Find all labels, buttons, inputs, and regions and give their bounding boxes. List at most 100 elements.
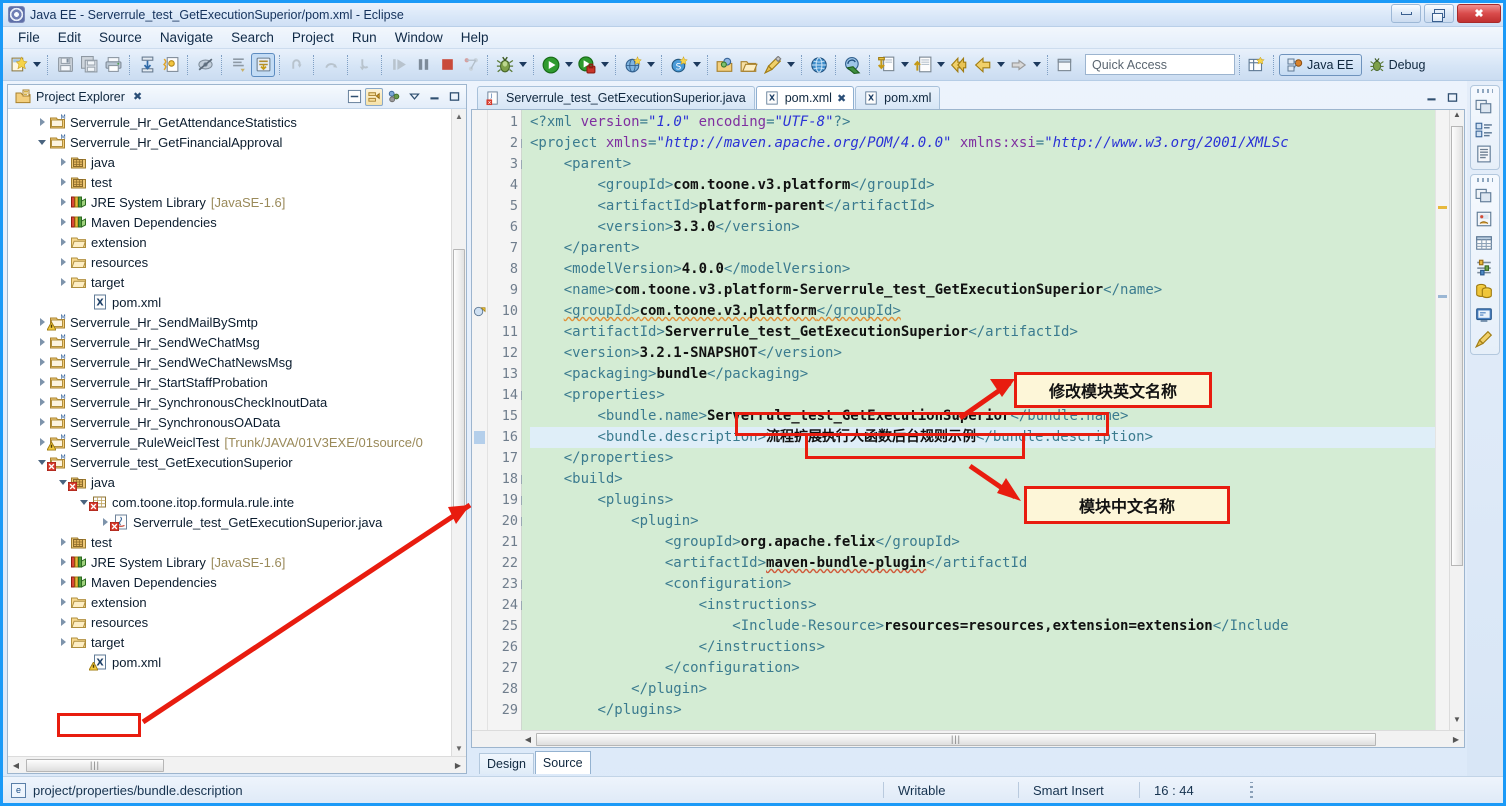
svn-checkout-icon[interactable] (911, 53, 935, 77)
warning-marker-icon[interactable] (472, 301, 487, 322)
restore-view-icon[interactable] (1475, 186, 1495, 206)
svn-update-icon[interactable] (841, 53, 865, 77)
svn-commit-dropdown-arrow[interactable] (899, 53, 911, 77)
menu-edit[interactable]: Edit (49, 28, 90, 47)
tree-collapse-arrow[interactable] (35, 139, 49, 145)
quick-access-input[interactable]: Quick Access (1085, 54, 1235, 75)
tree-expand-arrow[interactable] (56, 618, 70, 626)
tree-item[interactable]: M Serverrule_Hr_SendWeChatNewsMsg (8, 352, 466, 372)
tree-item[interactable]: M Serverrule_Hr_GetFinancialApproval (8, 132, 466, 152)
toggle-mark-occurrences-icon[interactable] (193, 53, 217, 77)
new-dynamic-web-project-icon[interactable]: S (667, 53, 691, 77)
properties-view-icon[interactable] (1475, 145, 1495, 165)
scroll-thumb[interactable] (453, 249, 465, 509)
code-line[interactable]: <project xmlns="http://maven.apache.org/… (530, 133, 1464, 154)
code-line[interactable]: <build> (530, 469, 1464, 490)
tree-item[interactable]: M Serverrule_Hr_SynchronousCheckInoutData (8, 392, 466, 412)
tree-expand-arrow[interactable] (56, 538, 70, 546)
tree-item[interactable]: Xpom.xml (8, 292, 466, 312)
editor-vscrollbar[interactable]: ▲ ▼ (1449, 110, 1464, 730)
tree-item[interactable]: Maven Dependencies (8, 212, 466, 232)
save-icon[interactable] (53, 53, 77, 77)
tree-expand-arrow[interactable] (35, 118, 49, 126)
code-line[interactable]: <modelVersion>4.0.0</modelVersion> (530, 259, 1464, 280)
tree-item[interactable]: M Serverrule_Hr_SynchronousOAData (8, 412, 466, 432)
new-web-project-dropdown-arrow[interactable] (691, 53, 703, 77)
open-perspective-icon[interactable] (1245, 53, 1269, 77)
previous-annotation-icon[interactable] (947, 53, 971, 77)
hscroll-thumb[interactable]: ||| (26, 758, 164, 772)
collapse-all-icon[interactable] (345, 88, 363, 106)
search-icon[interactable] (761, 53, 785, 77)
disconnect-icon[interactable] (459, 53, 483, 77)
maximize-button[interactable] (1424, 4, 1454, 23)
code-line[interactable]: <configuration> (530, 574, 1464, 595)
run-icon[interactable] (539, 53, 563, 77)
tree-item[interactable]: M Serverrule_test_GetExecutionSuperior (8, 452, 466, 472)
print-icon[interactable] (101, 53, 125, 77)
project-tree[interactable]: ▲ ▼ M Serverrule_Hr_GetAttendanceStatisti… (8, 109, 466, 756)
perspective-debug[interactable]: Debug (1362, 54, 1433, 76)
svn-checkout-dropdown-arrow[interactable] (935, 53, 947, 77)
editor-hscrollbar[interactable]: ◀ ||| ▶ (472, 730, 1464, 747)
tree-item[interactable]: M Serverrule_Hr_SendWeChatMsg (8, 332, 466, 352)
code-line[interactable]: <artifactId>Serverrule_test_GetExecution… (530, 322, 1464, 343)
code-line[interactable]: <groupId>com.toone.v3.platform</groupId> (530, 175, 1464, 196)
scroll-down-arrow[interactable]: ▼ (1450, 715, 1464, 730)
tree-item[interactable]: M Serverrule_Hr_StartStaffProbation (8, 372, 466, 392)
svn-commit-icon[interactable] (875, 53, 899, 77)
view-menu-icon[interactable] (405, 88, 423, 106)
tree-expand-arrow[interactable] (56, 238, 70, 246)
validate-icon[interactable] (159, 53, 183, 77)
database-icon[interactable] (1475, 282, 1495, 302)
overview-warning-mark[interactable] (1438, 206, 1447, 209)
tree-item[interactable]: M Serverrule_Hr_SendMailBySmtp (8, 312, 466, 332)
close-icon[interactable]: ✖ (133, 90, 142, 103)
tree-expand-arrow[interactable] (56, 638, 70, 646)
editor-minimize-icon[interactable] (1422, 88, 1440, 106)
open-type-icon[interactable] (713, 53, 737, 77)
code-line[interactable]: <groupId>org.apache.felix</groupId> (530, 532, 1464, 553)
forward-dropdown-arrow[interactable] (1031, 53, 1043, 77)
menu-help[interactable]: Help (452, 28, 498, 47)
save-all-icon[interactable] (77, 53, 101, 77)
code-line[interactable]: </configuration> (530, 658, 1464, 679)
tree-expand-arrow[interactable] (35, 358, 49, 366)
code-line[interactable]: <instructions> (530, 595, 1464, 616)
editor-tab-pom-2[interactable]: X pom.xml (855, 86, 941, 109)
scroll-up-arrow[interactable]: ▲ (1450, 110, 1464, 125)
code-line[interactable]: <Include-Resource>resources=resources,ex… (530, 616, 1464, 637)
terminate-icon[interactable] (435, 53, 459, 77)
resume-icon[interactable] (387, 53, 411, 77)
debug-icon[interactable] (493, 53, 517, 77)
editor-tab-java[interactable]: Jx Serverrule_test_GetExecutionSuperior.… (477, 86, 755, 109)
editor-marker-bar[interactable] (472, 110, 488, 730)
scroll-left-arrow[interactable]: ◀ (520, 735, 536, 744)
editor-maximize-icon[interactable] (1443, 88, 1461, 106)
close-icon[interactable]: ✖ (837, 92, 846, 105)
code-line[interactable]: <plugin> (530, 511, 1464, 532)
code-line[interactable]: </plugin> (530, 679, 1464, 700)
menu-project[interactable]: Project (283, 28, 343, 47)
hscroll-thumb[interactable]: ||| (536, 732, 1376, 746)
menu-run[interactable]: Run (343, 28, 386, 47)
tree-expand-arrow[interactable] (35, 418, 49, 426)
tree-expand-arrow[interactable] (56, 218, 70, 226)
scroll-up-arrow[interactable]: ▲ (452, 109, 466, 124)
tree-expand-arrow[interactable] (35, 398, 49, 406)
scroll-down-arrow[interactable]: ▼ (452, 741, 466, 756)
tree-item[interactable]: Serverrule_test_GetExecutionSuperior.jav… (8, 512, 466, 532)
minimize-button[interactable] (1391, 4, 1421, 23)
skip-all-breakpoints-icon[interactable] (251, 52, 275, 77)
tree-item[interactable]: com.toone.itop.formula.rule.inte (8, 492, 466, 512)
scroll-right-arrow[interactable]: ▶ (450, 761, 466, 770)
code-line[interactable]: <artifactId>maven-bundle-plugin</artifac… (530, 553, 1464, 574)
suspend-icon[interactable] (411, 53, 435, 77)
restore-icon[interactable] (1053, 53, 1077, 77)
tab-source[interactable]: Source (534, 751, 591, 774)
search-dropdown-arrow[interactable] (785, 53, 797, 77)
code-line[interactable]: <name>com.toone.v3.platform-Serverrule_t… (530, 280, 1464, 301)
menu-file[interactable]: File (9, 28, 49, 47)
scroll-thumb[interactable] (1451, 126, 1463, 566)
data-source-explorer-icon[interactable] (1475, 234, 1495, 254)
